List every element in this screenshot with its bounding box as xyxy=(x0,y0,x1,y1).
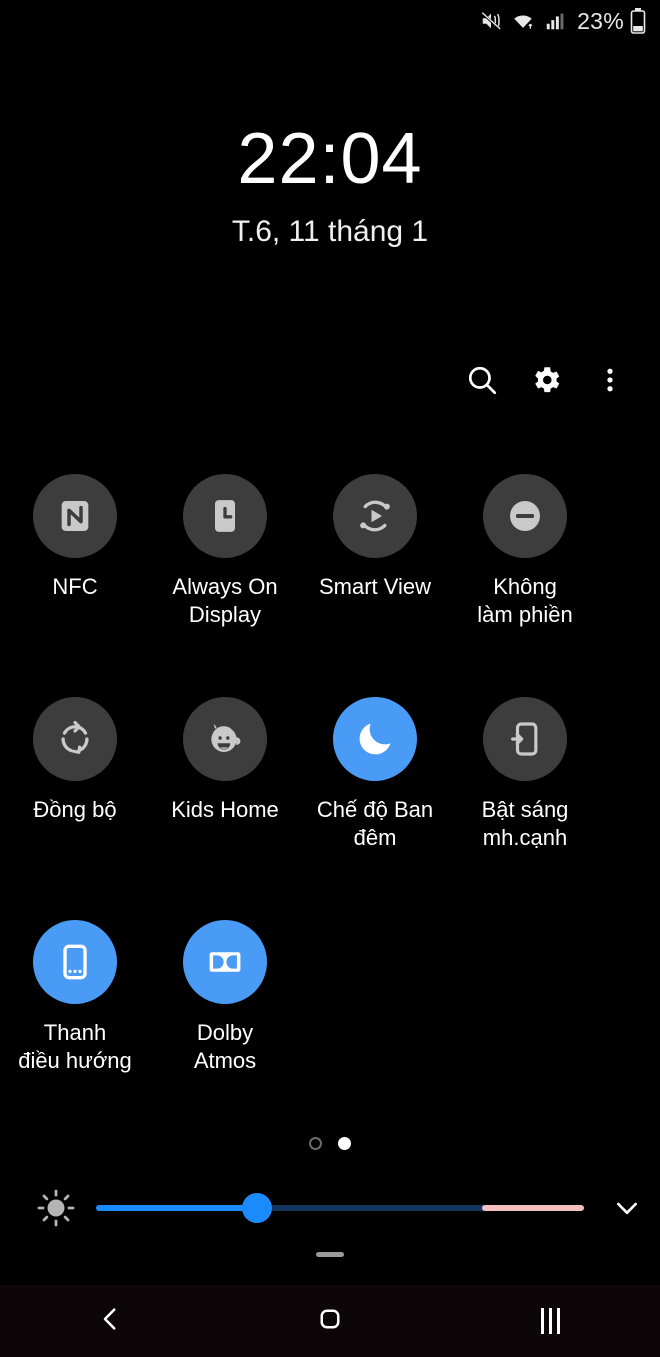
tile-edge-lighting[interactable]: Bật sáng mh.cạnh xyxy=(450,693,600,852)
wifi-icon xyxy=(511,10,535,32)
panel-drag-handle[interactable] xyxy=(316,1252,344,1257)
tile-night-mode[interactable]: Chế độ Ban đêm xyxy=(300,693,450,852)
recents-bars-icon xyxy=(540,1308,560,1334)
recents-button[interactable] xyxy=(440,1285,660,1357)
search-icon[interactable] xyxy=(458,356,506,404)
signal-icon xyxy=(544,10,566,32)
tile-label: Không làm phiền xyxy=(477,574,573,627)
home-button[interactable] xyxy=(220,1285,440,1357)
always-on-display-icon xyxy=(183,474,267,558)
home-square-icon xyxy=(315,1304,345,1339)
tile-dolby-atmos[interactable]: Dolby Atmos xyxy=(150,916,300,1075)
clock-date: T.6, 11 tháng 1 xyxy=(231,215,429,248)
chevron-left-icon xyxy=(95,1304,125,1339)
battery-icon xyxy=(630,8,646,34)
quick-settings-panel: 23% 22:04 T.6, 11 tháng 1 NFC Always On … xyxy=(0,0,660,1357)
chevron-down-icon[interactable] xyxy=(594,1192,660,1224)
gear-icon[interactable] xyxy=(522,356,570,404)
slider-thumb[interactable] xyxy=(242,1193,273,1223)
tile-label: Smart View xyxy=(318,574,432,599)
tile-label: Thanh điều hướng xyxy=(18,1020,132,1073)
brightness-sun-icon xyxy=(28,1188,84,1228)
tile-label: Đồng bộ xyxy=(33,797,117,822)
mute-vibrate-icon xyxy=(480,10,502,32)
brightness-slider[interactable] xyxy=(96,1185,584,1231)
night-mode-icon xyxy=(333,697,417,781)
tile-label: Chế độ Ban đêm xyxy=(316,797,434,850)
tile-grid: NFC Always On Display Smart View Không l… xyxy=(0,470,660,1091)
tile-kids-home[interactable]: Kids Home xyxy=(150,693,300,852)
tile-label: NFC xyxy=(52,574,98,599)
tile-label: Kids Home xyxy=(171,797,279,822)
tile-always-on-display[interactable]: Always On Display xyxy=(150,470,300,629)
tile-row: Thanh điều hướng Dolby Atmos xyxy=(0,916,660,1075)
sync-icon xyxy=(33,697,117,781)
clock-time: 22:04 xyxy=(237,119,423,199)
slider-extra-zone xyxy=(481,1205,584,1211)
navigation-bar xyxy=(0,1285,660,1357)
page-indicator xyxy=(0,1137,660,1150)
tile-row: NFC Always On Display Smart View Không l… xyxy=(0,470,660,629)
back-button[interactable] xyxy=(0,1285,220,1357)
page-dot-1[interactable] xyxy=(309,1137,322,1150)
page-dot-2[interactable] xyxy=(338,1137,351,1150)
tile-label: Bật sáng mh.cạnh xyxy=(481,797,569,850)
smart-view-icon xyxy=(333,474,417,558)
do-not-disturb-icon xyxy=(483,474,567,558)
navigation-bar-icon xyxy=(33,920,117,1004)
tile-label: Always On Display xyxy=(172,574,278,627)
edge-lighting-icon xyxy=(483,697,567,781)
tile-sync[interactable]: Đồng bộ xyxy=(0,693,150,852)
kids-home-icon xyxy=(183,697,267,781)
tile-do-not-disturb[interactable]: Không làm phiền xyxy=(450,470,600,629)
tile-navigation-bar[interactable]: Thanh điều hướng xyxy=(0,916,150,1075)
dolby-atmos-icon xyxy=(183,920,267,1004)
quick-settings-header xyxy=(0,356,660,404)
tile-smart-view[interactable]: Smart View xyxy=(300,470,450,629)
tile-label: Dolby Atmos xyxy=(193,1020,257,1073)
status-bar: 23% xyxy=(0,0,660,42)
brightness-row xyxy=(0,1185,660,1231)
nfc-icon xyxy=(33,474,117,558)
clock-block: 22:04 T.6, 11 tháng 1 xyxy=(0,118,660,250)
tile-row: Đồng bộ Kids Home Chế độ Ban đêm Bật sán… xyxy=(0,693,660,852)
tile-nfc[interactable]: NFC xyxy=(0,470,150,629)
more-options-icon[interactable] xyxy=(586,356,634,404)
slider-fill xyxy=(96,1205,258,1211)
battery-percent-label: 23% xyxy=(577,7,624,34)
